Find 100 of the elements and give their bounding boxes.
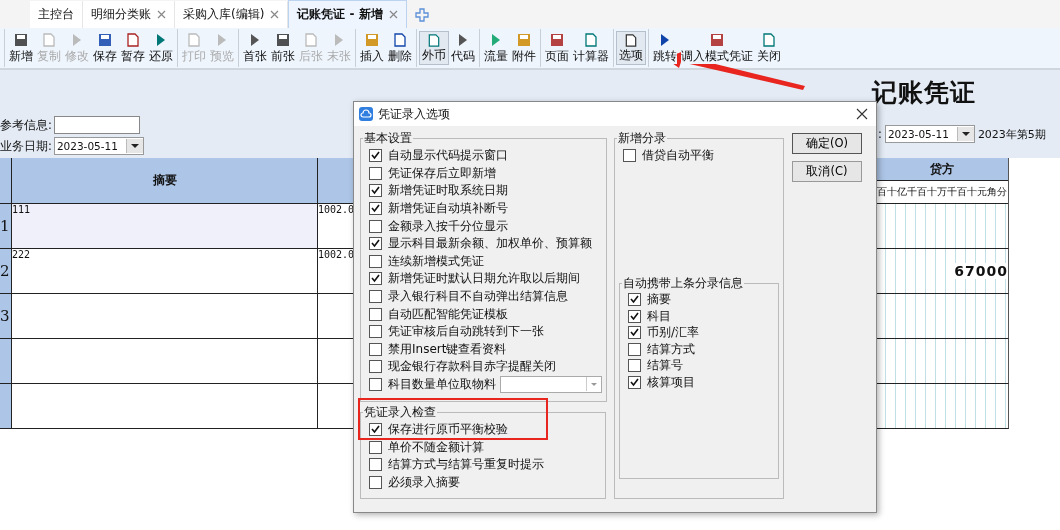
digit-header: 百 — [917, 185, 927, 199]
checkbox[interactable]: 金额录入按千分位显示 — [369, 217, 508, 235]
checkbox[interactable]: 新增凭证时默认日期允许取以后期间 — [369, 270, 580, 288]
checkbox[interactable]: 科目 — [628, 308, 774, 325]
toolbar-icon — [13, 32, 29, 48]
checkmark-icon — [630, 377, 639, 387]
dialog-button[interactable]: 确定(O) — [792, 133, 862, 154]
checkbox[interactable]: 连续新增模式凭证 — [369, 252, 484, 271]
checkbox[interactable]: 核算项目 — [628, 374, 774, 391]
checkbox[interactable]: 录入银行科目不自动弹出结算信息 — [369, 287, 568, 306]
checkbox[interactable]: 结算方式与结算号重复时提示 — [369, 456, 601, 474]
table-cell[interactable] — [876, 339, 1009, 384]
checkbox[interactable]: 单价不随金额计算 — [369, 438, 601, 457]
toolbar-button[interactable]: 新增 — [7, 31, 35, 65]
close-icon[interactable] — [856, 108, 868, 120]
toolbar-icon — [516, 32, 532, 48]
checkbox[interactable]: 自动显示代码提示窗口 — [369, 147, 508, 165]
digit-header: 十 — [927, 185, 937, 199]
tab[interactable]: 记账凭证 - 新增 — [288, 0, 407, 28]
checkmark-icon — [371, 151, 380, 161]
toolbar-button[interactable]: 代码 — [449, 31, 477, 65]
toolbar-icon — [97, 32, 113, 48]
toolbar-button[interactable]: 流量 — [482, 31, 510, 65]
toolbar-button[interactable]: 删除 — [386, 31, 414, 65]
checkbox[interactable]: 借贷自动平衡 — [623, 147, 779, 165]
digit-header: 百 — [877, 185, 887, 199]
toolbar-button[interactable]: 调入模式凭证 — [679, 31, 755, 65]
checkbox[interactable]: 自动匹配智能凭证模板 — [369, 305, 508, 323]
period-label: 2023年第5期 — [977, 126, 1046, 142]
row-number: 3 — [0, 294, 12, 339]
toolbar-button[interactable]: 关闭 — [755, 31, 783, 65]
row-number: 1 — [0, 204, 12, 249]
checkbox[interactable]: 新增凭证自动填补断号 — [369, 199, 508, 218]
dropdown-field[interactable] — [500, 376, 602, 393]
toolbar-button[interactable]: 跳转 — [651, 31, 679, 65]
checkbox[interactable]: 凭证保存后立即新增 — [369, 164, 496, 183]
checkbox[interactable]: 保存进行原币平衡校验 — [369, 421, 601, 439]
checkbox[interactable]: 币别/汇率 — [628, 324, 774, 342]
checkmark-icon — [371, 425, 380, 435]
table-cell[interactable] — [876, 384, 1009, 429]
toolbar-button[interactable]: 保存 — [91, 31, 119, 65]
checkbox[interactable]: 显示科目最新余额、加权单价、预算额 — [369, 234, 592, 253]
dialog-button[interactable]: 取消(C) — [792, 161, 862, 182]
checkbox[interactable]: 凭证审核后自动跳转到下一张 — [369, 322, 544, 341]
checkbox[interactable]: 摘要 — [628, 291, 774, 309]
toolbar-icon — [125, 32, 141, 48]
date-field[interactable]: 2023-05-11 — [53, 137, 144, 155]
toolbar-button[interactable]: 计算器 — [571, 31, 611, 65]
toolbar-button[interactable]: 外币 — [419, 31, 449, 65]
checkbox[interactable]: 科目数量单位取物料 — [369, 375, 496, 394]
digit-header: 十 — [887, 185, 897, 199]
toolbar-button[interactable]: 页面 — [543, 31, 571, 65]
table-cell[interactable]: 222 — [12, 249, 318, 294]
dropdown-icon[interactable] — [956, 127, 974, 141]
digit-header: 十 — [967, 185, 977, 199]
checkbox[interactable]: 禁用Insert键查看资料 — [369, 340, 507, 359]
toolbar-button[interactable]: 选项 — [616, 31, 646, 65]
toolbar-button[interactable]: 暂存 — [119, 31, 147, 65]
add-tab-icon[interactable] — [414, 8, 429, 22]
table-cell[interactable]: 111 — [12, 204, 318, 249]
toolbar-button[interactable]: 附件 — [510, 31, 538, 65]
column-header: 摘要 — [12, 158, 318, 204]
toolbar-button[interactable]: 首张 — [241, 31, 269, 65]
checkbox[interactable]: 结算号 — [628, 357, 774, 375]
reference-field[interactable] — [53, 116, 140, 134]
table-cell[interactable] — [876, 204, 1009, 249]
toolbar-icon — [623, 33, 639, 48]
table-cell[interactable] — [12, 339, 318, 384]
table-cell[interactable] — [12, 294, 318, 339]
row-number: 2 — [0, 249, 12, 294]
dropdown-icon[interactable] — [125, 139, 143, 153]
toolbar-icon — [549, 32, 565, 48]
digit-header: 分 — [997, 185, 1007, 199]
toolbar-button[interactable]: 前张 — [269, 31, 297, 65]
dialog-title: 凭证录入选项 — [378, 105, 451, 123]
checkbox[interactable]: 新增凭证时取系统日期 — [369, 182, 508, 200]
date-field[interactable]: 2023-05-11 — [884, 125, 975, 143]
column-header: 贷方 — [876, 158, 1008, 181]
digit-header: 百 — [957, 185, 967, 199]
tab[interactable]: 明细分类账 — [83, 1, 175, 28]
checkmark-icon — [371, 274, 380, 284]
toolbar-icon — [303, 32, 319, 48]
row-number — [0, 384, 12, 429]
voucher-title: 记账凭证 — [872, 77, 976, 109]
table-cell[interactable] — [12, 384, 318, 429]
table-cell[interactable] — [876, 294, 1009, 339]
tab[interactable]: 主控台 — [30, 1, 83, 28]
toolbar-button[interactable]: 插入 — [358, 31, 386, 65]
toolbar-icon — [186, 32, 202, 48]
checkbox[interactable]: 结算方式 — [628, 341, 774, 358]
checkbox[interactable]: 必须录入摘要 — [369, 473, 601, 492]
field-label: : — [878, 127, 882, 141]
field-label: 参考信息: — [0, 117, 52, 133]
checkbox[interactable]: 现金银行存款科目赤字提醒关闭 — [369, 358, 556, 376]
table-cell[interactable]: 67000 — [876, 249, 1009, 294]
toolbar-icon — [761, 32, 777, 48]
digit-header: 万 — [937, 185, 947, 199]
tab[interactable]: 采购入库(编辑) — [175, 1, 289, 28]
toolbar-icon — [426, 33, 442, 48]
toolbar-button[interactable]: 还原 — [147, 31, 175, 65]
